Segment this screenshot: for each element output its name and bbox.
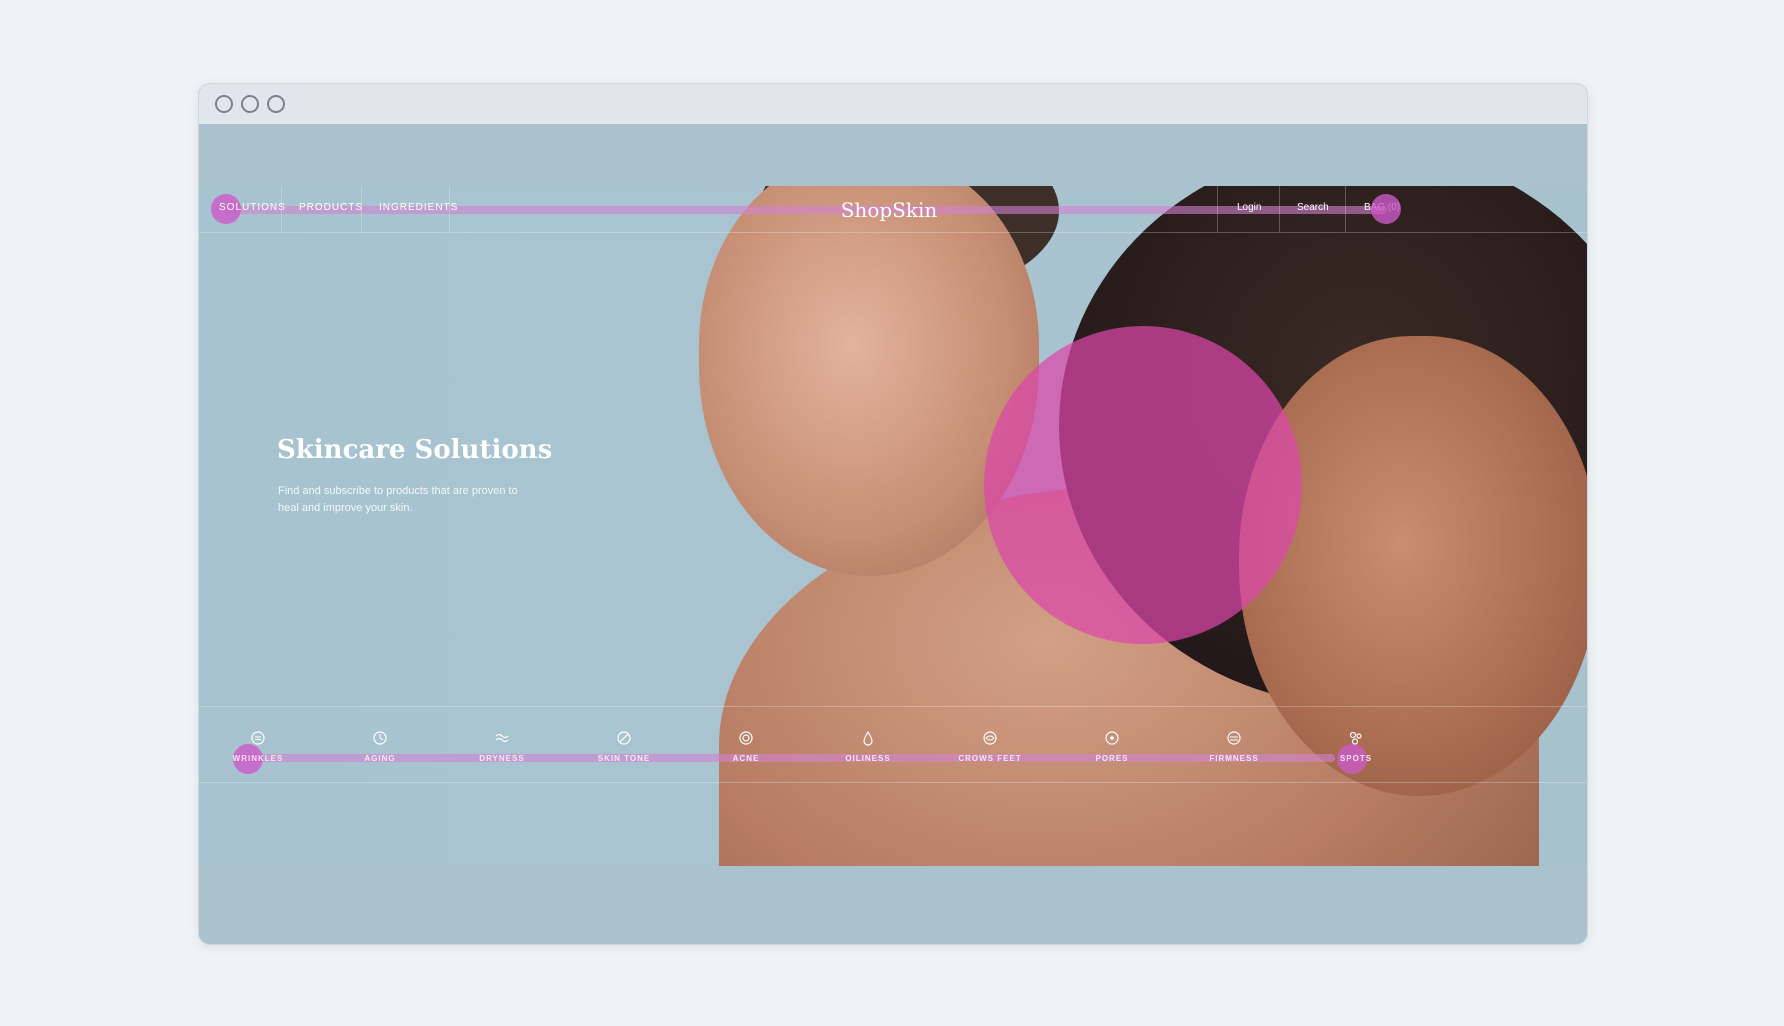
concern-label: SPOTS — [1339, 754, 1373, 763]
concern-firmness[interactable]: FIRMNESS — [1189, 730, 1279, 763]
page-viewport: SOLUTIONS PRODUCTS INGREDIENTS ShopSkin … — [199, 124, 1587, 944]
close-dot-icon[interactable] — [215, 95, 233, 113]
browser-window: SOLUTIONS PRODUCTS INGREDIENTS ShopSkin … — [198, 83, 1588, 945]
concerns-bottom-line — [199, 782, 1587, 783]
nav-link-login[interactable]: Login — [1237, 202, 1261, 213]
concern-label: AGING — [364, 754, 396, 763]
concern-acne[interactable]: ACNE — [701, 730, 791, 763]
nav-link-search[interactable]: Search — [1297, 202, 1329, 213]
nav-link-ingredients[interactable]: INGREDIENTS — [379, 202, 458, 213]
concerns-bar: WRINKLES AGING DRYNESS SKIN TONE ACNE OI… — [199, 710, 1587, 774]
top-navigation: SOLUTIONS PRODUCTS INGREDIENTS ShopSkin … — [199, 186, 1587, 233]
concern-label: OILINESS — [845, 754, 891, 763]
hero-section: SOLUTIONS PRODUCTS INGREDIENTS ShopSkin … — [199, 186, 1587, 866]
concern-spots[interactable]: SPOTS — [1311, 730, 1401, 763]
clock-icon — [373, 731, 387, 745]
concern-dryness[interactable]: DRYNESS — [457, 730, 547, 763]
target-icon — [739, 731, 753, 745]
concern-pores[interactable]: PORES — [1067, 730, 1157, 763]
brand-logo[interactable]: ShopSkin — [769, 198, 1009, 222]
highlight-circle — [984, 326, 1302, 644]
concern-oiliness[interactable]: OILINESS — [823, 730, 913, 763]
concern-aging[interactable]: AGING — [335, 730, 425, 763]
concern-label: FIRMNESS — [1209, 754, 1259, 763]
face-wrinkle-icon — [251, 731, 265, 745]
tone-icon — [617, 731, 631, 745]
hero-subtitle: Find and subscribe to products that are … — [278, 485, 518, 514]
nav-divider — [1217, 186, 1218, 232]
cursor-highlight — [1371, 194, 1401, 224]
concern-skin-tone[interactable]: SKIN TONE — [579, 730, 669, 763]
concern-label: SKIN TONE — [597, 754, 651, 763]
minimize-dot-icon[interactable] — [241, 95, 259, 113]
eye-icon — [983, 731, 997, 745]
hero-title: Skincare Solutions — [277, 435, 553, 466]
window-titlebar — [199, 84, 1587, 124]
concern-label: WRINKLES — [232, 754, 284, 763]
concern-wrinkles[interactable]: WRINKLES — [213, 730, 303, 763]
concern-label: CROWS FEET — [958, 754, 1022, 763]
lines-icon — [1227, 731, 1241, 745]
nav-divider — [1345, 186, 1346, 232]
concern-label: ACNE — [732, 754, 760, 763]
concern-crows-feet[interactable]: CROWS FEET — [945, 730, 1035, 763]
concern-label: DRYNESS — [479, 754, 525, 763]
wave-icon — [495, 733, 509, 743]
nav-link-solutions[interactable]: SOLUTIONS — [219, 202, 286, 213]
dot-circle-icon — [1105, 731, 1119, 745]
spots-icon — [1349, 731, 1362, 745]
nav-bottom-line — [199, 232, 1587, 233]
concern-label: PORES — [1095, 754, 1129, 763]
drop-icon — [863, 730, 873, 746]
concerns-top-line — [199, 706, 1587, 707]
maximize-dot-icon[interactable] — [267, 95, 285, 113]
nav-divider — [1279, 186, 1280, 232]
nav-link-products[interactable]: PRODUCTS — [299, 202, 363, 213]
